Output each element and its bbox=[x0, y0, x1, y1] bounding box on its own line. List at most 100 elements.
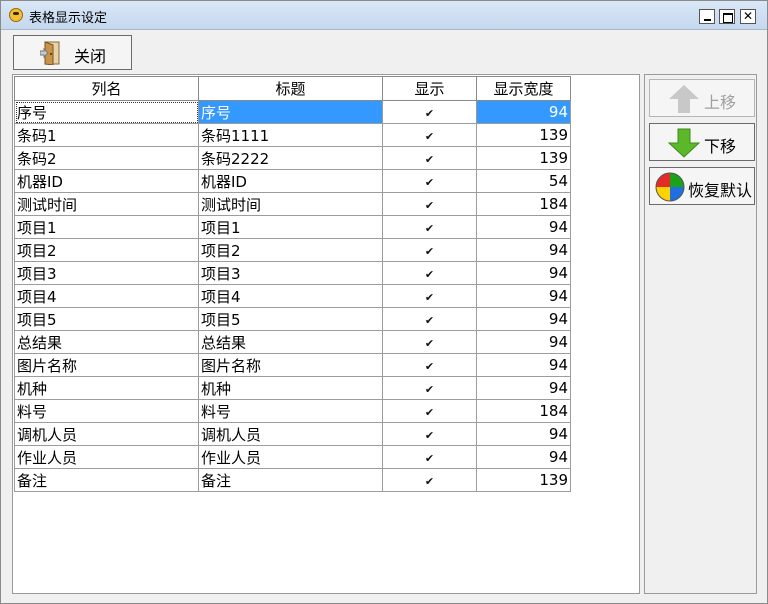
column-name-cell[interactable]: 备注 bbox=[14, 468, 199, 492]
column-name-cell[interactable]: 测试时间 bbox=[14, 192, 199, 216]
visible-checkbox[interactable]: ✔ bbox=[425, 269, 435, 280]
visible-checkbox-cell[interactable]: ✔ bbox=[382, 146, 477, 170]
close-button[interactable]: 关闭 bbox=[13, 35, 132, 70]
display-width-cell[interactable]: 54 bbox=[476, 169, 571, 193]
display-width-cell[interactable]: 94 bbox=[476, 238, 571, 262]
move-down-button[interactable]: 下移 bbox=[649, 123, 755, 161]
column-title-cell[interactable]: 机器ID bbox=[198, 169, 383, 193]
header-column-title[interactable]: 标题 bbox=[198, 76, 383, 101]
column-title-cell[interactable]: 料号 bbox=[198, 399, 383, 423]
column-name-cell[interactable]: 项目1 bbox=[14, 215, 199, 239]
display-width-cell[interactable]: 94 bbox=[476, 284, 571, 308]
visible-checkbox-cell[interactable]: ✔ bbox=[382, 307, 477, 331]
visible-checkbox-cell[interactable]: ✔ bbox=[382, 445, 477, 469]
visible-checkbox[interactable]: ✔ bbox=[425, 384, 435, 395]
column-name-cell[interactable]: 条码2 bbox=[14, 146, 199, 170]
table-row[interactable]: 机种 机种 ✔ 94 bbox=[14, 376, 571, 400]
column-name-cell[interactable]: 料号 bbox=[14, 399, 199, 423]
visible-checkbox[interactable]: ✔ bbox=[425, 361, 435, 372]
display-width-cell[interactable]: 184 bbox=[476, 192, 571, 216]
column-title-cell[interactable]: 项目5 bbox=[198, 307, 383, 331]
restore-default-button[interactable]: 恢复默认 bbox=[649, 167, 755, 205]
column-title-cell[interactable]: 调机人员 bbox=[198, 422, 383, 446]
display-width-cell[interactable]: 139 bbox=[476, 146, 571, 170]
visible-checkbox-cell[interactable]: ✔ bbox=[382, 468, 477, 492]
visible-checkbox[interactable]: ✔ bbox=[425, 177, 435, 188]
visible-checkbox[interactable]: ✔ bbox=[425, 453, 435, 464]
display-width-cell[interactable]: 139 bbox=[476, 123, 571, 147]
column-title-cell[interactable]: 测试时间 bbox=[198, 192, 383, 216]
visible-checkbox-cell[interactable]: ✔ bbox=[382, 261, 477, 285]
column-name-cell[interactable]: 条码1 bbox=[14, 123, 199, 147]
column-name-cell[interactable]: 序号 bbox=[14, 100, 199, 124]
visible-checkbox[interactable]: ✔ bbox=[425, 200, 435, 211]
visible-checkbox[interactable]: ✔ bbox=[425, 430, 435, 441]
display-width-cell[interactable]: 94 bbox=[476, 422, 571, 446]
visible-checkbox[interactable]: ✔ bbox=[425, 154, 435, 165]
table-row[interactable]: 测试时间 测试时间 ✔ 184 bbox=[14, 192, 571, 216]
column-title-cell[interactable]: 序号 bbox=[198, 100, 383, 124]
column-name-cell[interactable]: 图片名称 bbox=[14, 353, 199, 377]
table-row[interactable]: 条码2 条码2222 ✔ 139 bbox=[14, 146, 571, 170]
column-title-cell[interactable]: 条码1111 bbox=[198, 123, 383, 147]
visible-checkbox[interactable]: ✔ bbox=[425, 223, 435, 234]
visible-checkbox[interactable]: ✔ bbox=[425, 407, 435, 418]
visible-checkbox[interactable]: ✔ bbox=[425, 131, 435, 142]
visible-checkbox[interactable]: ✔ bbox=[425, 315, 435, 326]
visible-checkbox-cell[interactable]: ✔ bbox=[382, 238, 477, 262]
table-row[interactable]: 项目3 项目3 ✔ 94 bbox=[14, 261, 571, 285]
visible-checkbox-cell[interactable]: ✔ bbox=[382, 330, 477, 354]
display-width-cell[interactable]: 184 bbox=[476, 399, 571, 423]
visible-checkbox-cell[interactable]: ✔ bbox=[382, 169, 477, 193]
visible-checkbox-cell[interactable]: ✔ bbox=[382, 123, 477, 147]
table-row[interactable]: 项目1 项目1 ✔ 94 bbox=[14, 215, 571, 239]
visible-checkbox-cell[interactable]: ✔ bbox=[382, 376, 477, 400]
column-title-cell[interactable]: 项目3 bbox=[198, 261, 383, 285]
window-close-button[interactable]: ✕ bbox=[740, 9, 756, 24]
column-title-cell[interactable]: 总结果 bbox=[198, 330, 383, 354]
column-title-cell[interactable]: 图片名称 bbox=[198, 353, 383, 377]
column-title-cell[interactable]: 条码2222 bbox=[198, 146, 383, 170]
display-width-cell[interactable]: 139 bbox=[476, 468, 571, 492]
column-title-cell[interactable]: 项目4 bbox=[198, 284, 383, 308]
visible-checkbox[interactable]: ✔ bbox=[425, 246, 435, 257]
visible-checkbox[interactable]: ✔ bbox=[425, 292, 435, 303]
visible-checkbox-cell[interactable]: ✔ bbox=[382, 100, 477, 124]
column-title-cell[interactable]: 项目2 bbox=[198, 238, 383, 262]
column-name-cell[interactable]: 总结果 bbox=[14, 330, 199, 354]
visible-checkbox[interactable]: ✔ bbox=[425, 338, 435, 349]
display-width-cell[interactable]: 94 bbox=[476, 307, 571, 331]
visible-checkbox-cell[interactable]: ✔ bbox=[382, 422, 477, 446]
maximize-button[interactable] bbox=[719, 9, 735, 24]
column-name-cell[interactable]: 机种 bbox=[14, 376, 199, 400]
column-title-cell[interactable]: 备注 bbox=[198, 468, 383, 492]
table-row[interactable]: 项目4 项目4 ✔ 94 bbox=[14, 284, 571, 308]
column-settings-grid[interactable]: 列名 标题 显示 显示宽度 序号 序号 ✔ 94 条码1 条码1111 ✔ 139 条码2 条码2… bbox=[12, 74, 640, 594]
display-width-cell[interactable]: 94 bbox=[476, 100, 571, 124]
display-width-cell[interactable]: 94 bbox=[476, 330, 571, 354]
visible-checkbox-cell[interactable]: ✔ bbox=[382, 192, 477, 216]
column-name-cell[interactable]: 作业人员 bbox=[14, 445, 199, 469]
column-title-cell[interactable]: 机种 bbox=[198, 376, 383, 400]
visible-checkbox-cell[interactable]: ✔ bbox=[382, 353, 477, 377]
table-row[interactable]: 项目5 项目5 ✔ 94 bbox=[14, 307, 571, 331]
table-row[interactable]: 图片名称 图片名称 ✔ 94 bbox=[14, 353, 571, 377]
header-column-width[interactable]: 显示宽度 bbox=[476, 76, 571, 101]
column-name-cell[interactable]: 调机人员 bbox=[14, 422, 199, 446]
display-width-cell[interactable]: 94 bbox=[476, 261, 571, 285]
table-row[interactable]: 项目2 项目2 ✔ 94 bbox=[14, 238, 571, 262]
move-up-button[interactable]: 上移 bbox=[649, 79, 755, 117]
title-bar[interactable]: 表格显示设定 ✕ bbox=[1, 1, 767, 30]
display-width-cell[interactable]: 94 bbox=[476, 353, 571, 377]
visible-checkbox-cell[interactable]: ✔ bbox=[382, 215, 477, 239]
table-row[interactable]: 备注 备注 ✔ 139 bbox=[14, 468, 571, 492]
visible-checkbox[interactable]: ✔ bbox=[425, 476, 435, 487]
column-name-cell[interactable]: 机器ID bbox=[14, 169, 199, 193]
table-row[interactable]: 作业人员 作业人员 ✔ 94 bbox=[14, 445, 571, 469]
visible-checkbox-cell[interactable]: ✔ bbox=[382, 284, 477, 308]
minimize-button[interactable] bbox=[699, 9, 715, 24]
header-column-visible[interactable]: 显示 bbox=[382, 76, 477, 101]
table-row[interactable]: 料号 料号 ✔ 184 bbox=[14, 399, 571, 423]
display-width-cell[interactable]: 94 bbox=[476, 215, 571, 239]
visible-checkbox[interactable]: ✔ bbox=[425, 108, 435, 119]
